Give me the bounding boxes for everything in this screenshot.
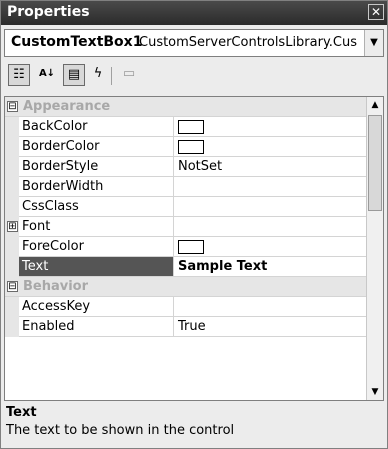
categorized-button[interactable]: ☷ [8, 64, 30, 86]
expand-icon[interactable]: ⊞ [7, 221, 18, 232]
property-name: AccessKey [22, 299, 91, 314]
column-divider[interactable] [173, 317, 174, 337]
description-pane: Text The text to be shown in the control [4, 405, 384, 445]
property-row[interactable]: BackColor [5, 117, 367, 137]
scroll-up-button[interactable]: ▲ [367, 97, 383, 113]
property-name: BackColor [22, 119, 88, 134]
object-name: CustomTextBox1 [11, 34, 143, 50]
scroll-down-button[interactable]: ▼ [367, 384, 383, 400]
color-swatch[interactable] [178, 140, 204, 154]
property-row[interactable]: AccessKey [5, 297, 367, 317]
property-value[interactable]: Sample Text [178, 259, 267, 274]
property-name: BorderStyle [22, 159, 99, 174]
property-value[interactable]: True [178, 319, 206, 334]
toolbar-separator [111, 67, 112, 85]
property-grid: ⊟ Appearance BackColor BorderColor BorderSty… [4, 96, 384, 401]
property-name: BorderWidth [22, 179, 104, 194]
property-row[interactable]: Enabled True [5, 317, 367, 337]
collapse-icon[interactable]: ⊟ [7, 101, 18, 112]
property-row[interactable]: BorderColor [5, 137, 367, 157]
window-title: Properties [7, 4, 90, 20]
category-row[interactable]: ⊟ Behavior [5, 277, 367, 297]
property-name: BorderColor [22, 139, 100, 154]
category-label: Behavior [23, 279, 89, 294]
row-gutter [5, 297, 19, 317]
row-gutter [5, 117, 19, 137]
category-label: Appearance [23, 99, 111, 114]
property-name: Font [22, 219, 51, 234]
chevron-down-icon[interactable]: ▼ [364, 30, 383, 56]
property-pages-button[interactable]: ▭ [118, 64, 140, 86]
object-selector[interactable]: CustomTextBox1 CustomServerControlsLibra… [4, 29, 384, 57]
row-gutter [5, 137, 19, 157]
vertical-scrollbar[interactable]: ▲ ▼ [366, 97, 383, 400]
description-title: Text [6, 405, 37, 420]
property-name: Enabled [22, 319, 75, 334]
object-type: CustomServerControlsLibrary.Cus [139, 35, 358, 50]
property-row[interactable]: BorderStyle NotSet [5, 157, 367, 177]
column-divider[interactable] [173, 157, 174, 177]
column-divider[interactable] [173, 137, 174, 157]
color-swatch[interactable] [178, 240, 204, 254]
close-button[interactable]: ✕ [368, 4, 384, 20]
properties-toolbar: ☷ A↓ ▤ ϟ ▭ [4, 61, 384, 91]
properties-button[interactable]: ▤ [63, 64, 85, 86]
property-row[interactable]: ForeColor [5, 237, 367, 257]
row-gutter [5, 257, 19, 277]
row-gutter [5, 237, 19, 257]
title-bar[interactable]: Properties ✕ [1, 1, 387, 25]
property-value[interactable]: NotSet [178, 159, 222, 174]
row-gutter [5, 317, 19, 337]
row-gutter [5, 157, 19, 177]
column-divider[interactable] [173, 297, 174, 317]
column-divider[interactable] [173, 237, 174, 257]
color-swatch[interactable] [178, 120, 204, 134]
category-row[interactable]: ⊟ Appearance [5, 97, 367, 117]
row-gutter [5, 177, 19, 197]
collapse-icon[interactable]: ⊟ [7, 281, 18, 292]
property-row[interactable]: Text Sample Text [5, 257, 367, 277]
column-divider[interactable] [173, 177, 174, 197]
property-row[interactable]: ⊞ Font [5, 217, 367, 237]
property-row[interactable]: BorderWidth [5, 177, 367, 197]
column-divider[interactable] [173, 117, 174, 137]
column-divider[interactable] [173, 217, 174, 237]
row-gutter [5, 197, 19, 217]
column-divider[interactable] [173, 197, 174, 217]
scrollbar-thumb[interactable] [368, 115, 382, 211]
property-name: ForeColor [22, 239, 84, 254]
description-text: The text to be shown in the control [6, 423, 235, 438]
events-button[interactable]: ϟ [87, 64, 109, 86]
column-divider[interactable] [173, 257, 174, 277]
property-row[interactable]: CssClass [5, 197, 367, 217]
property-name: Text [19, 257, 173, 276]
properties-window: Properties ✕ CustomTextBox1 CustomServer… [0, 0, 388, 449]
property-name: CssClass [22, 199, 79, 214]
alphabetical-button[interactable]: A↓ [36, 64, 58, 86]
